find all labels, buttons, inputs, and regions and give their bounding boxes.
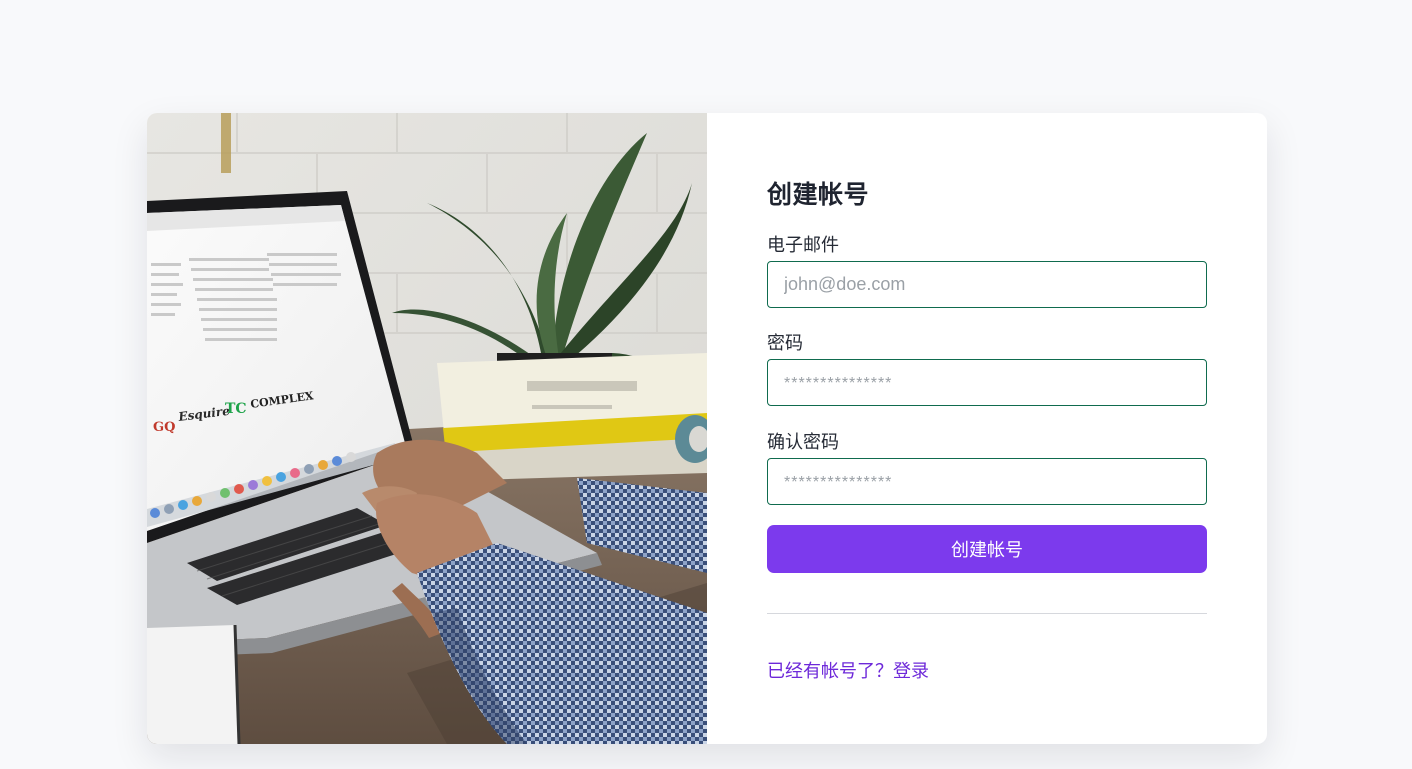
laptop-photo-illustration: GQ Esquire TC COMPLEX [147, 113, 707, 744]
email-label: 电子邮件 [767, 235, 839, 255]
confirm-password-field[interactable] [767, 458, 1207, 505]
hero-photo: GQ Esquire TC COMPLEX [147, 113, 707, 744]
signup-card: GQ Esquire TC COMPLEX 创建帐号 电子邮件 john@doe… [147, 113, 1267, 744]
form-title: 创建帐号 [767, 181, 870, 209]
signin-link[interactable]: 已经有帐号了？登录 [767, 657, 929, 683]
password-field[interactable] [767, 359, 1207, 406]
email-field[interactable] [767, 261, 1207, 308]
confirm-password-label: 确认密码 [767, 432, 839, 452]
logo-gq: GQ [153, 420, 175, 435]
signup-form-pane: 创建帐号 电子邮件 密码 确认密码 创建帐号 已经有帐号了？登录 [707, 113, 1267, 744]
password-label: 密码 [767, 333, 803, 353]
divider [767, 613, 1207, 614]
create-account-button[interactable]: 创建帐号 [767, 525, 1207, 573]
logo-tc: TC [225, 401, 247, 417]
